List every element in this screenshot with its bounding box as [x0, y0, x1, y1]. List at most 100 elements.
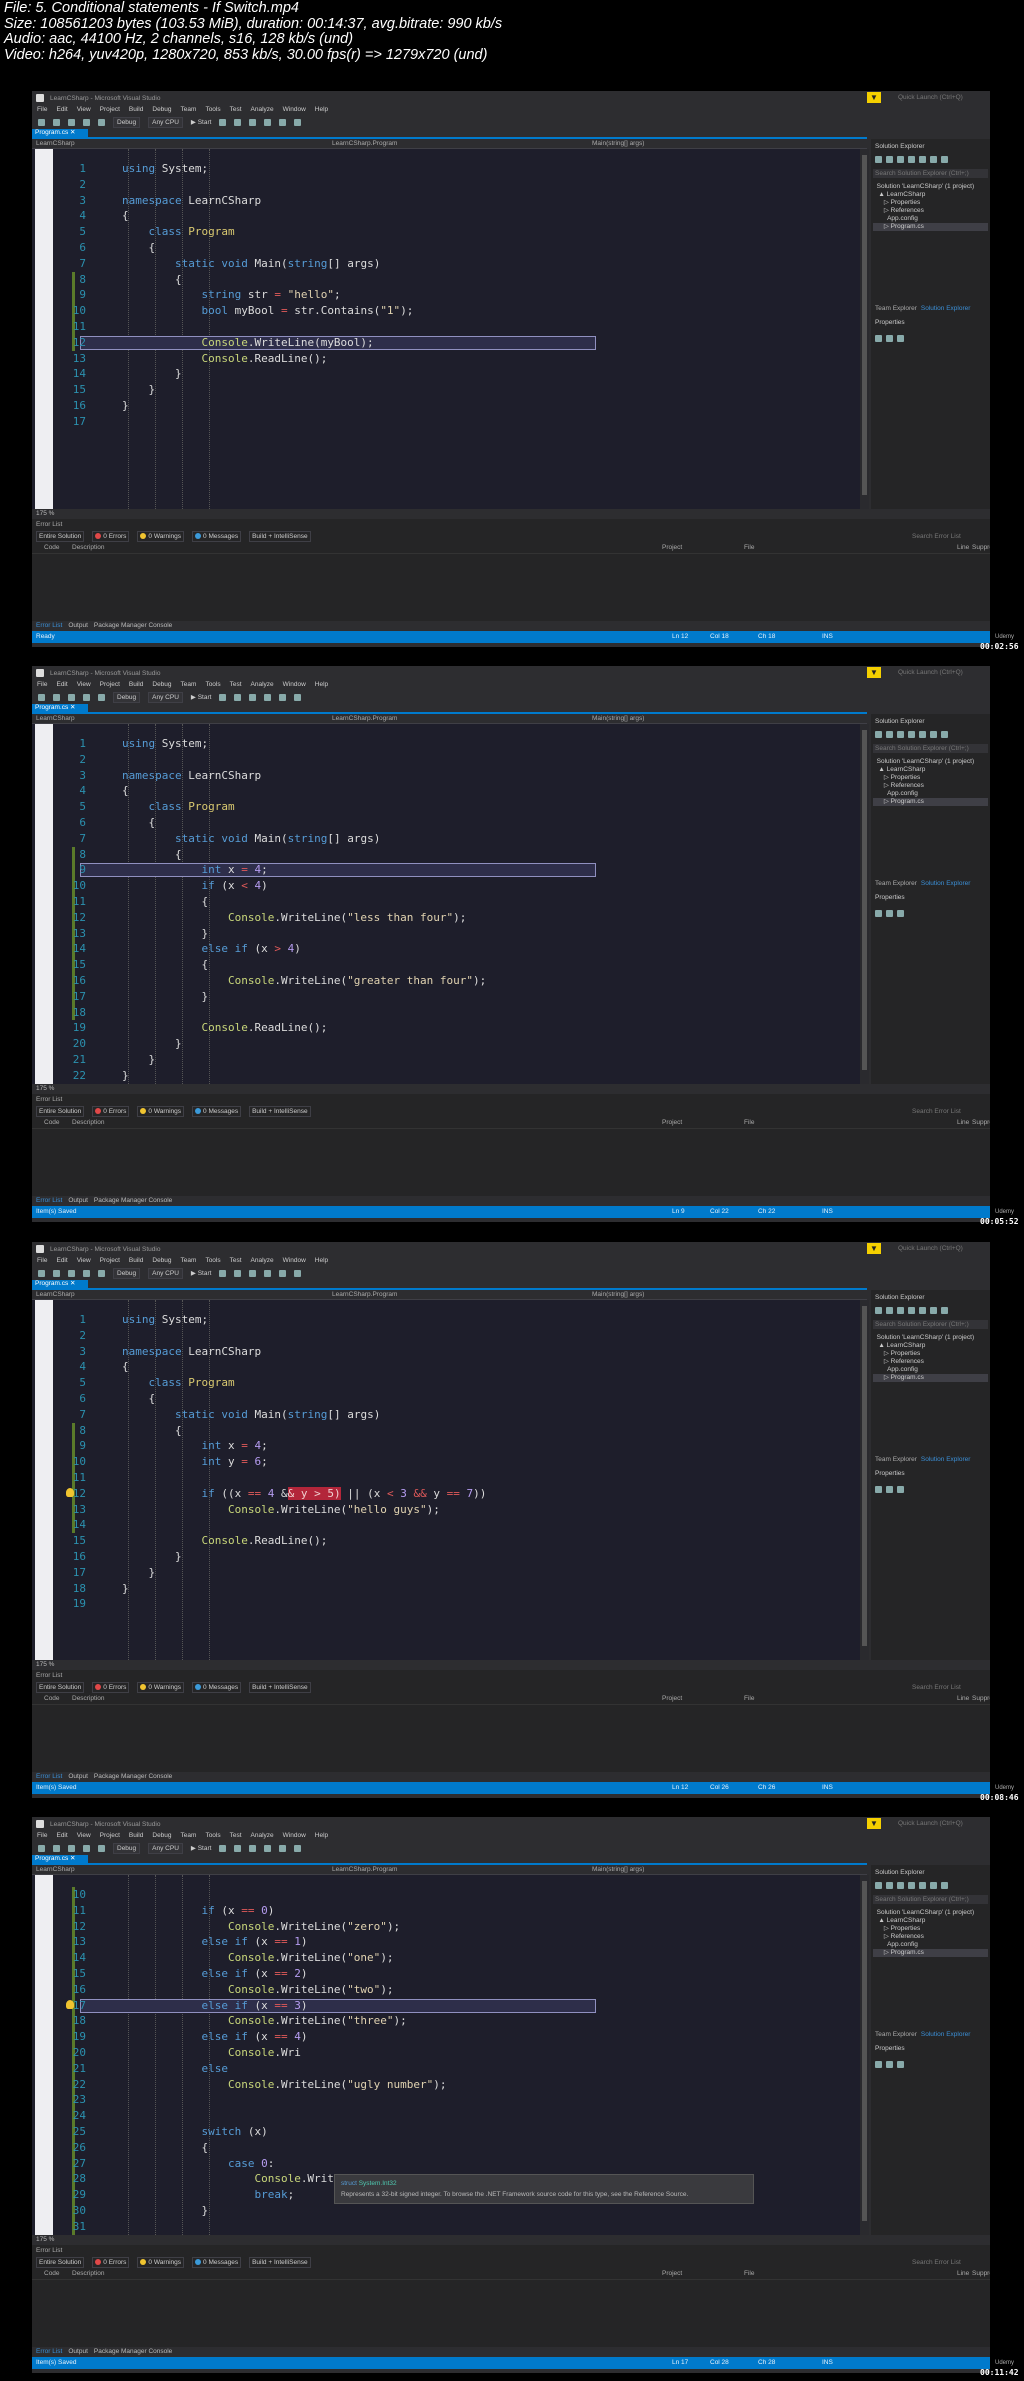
- column-header[interactable]: Code: [44, 1695, 60, 1702]
- toolbar-icon[interactable]: [930, 1307, 937, 1314]
- code-line[interactable]: 27 case 0:: [32, 2155, 860, 2172]
- menu-item-file[interactable]: File: [37, 105, 47, 115]
- tab-program-cs[interactable]: Program.cs ✕: [32, 1855, 88, 1863]
- code-line[interactable]: 30 }: [32, 2202, 860, 2219]
- toolbar-icon[interactable]: [897, 1486, 904, 1493]
- zoom-level-dropdown[interactable]: 175 %: [32, 1660, 867, 1670]
- code-line[interactable]: 31: [32, 2218, 860, 2235]
- toolbar-icon[interactable]: [279, 693, 287, 701]
- code-line[interactable]: 2: [32, 1328, 860, 1344]
- menu-item-tools[interactable]: Tools: [205, 680, 220, 690]
- code-line[interactable]: 5 class Program: [32, 1375, 860, 1391]
- tree-item[interactable]: ▷ Properties: [873, 199, 988, 207]
- toolbar-icon[interactable]: [897, 156, 904, 163]
- menu-item-tools[interactable]: Tools: [205, 1831, 220, 1841]
- column-header[interactable]: Project: [662, 1119, 682, 1126]
- menu-item-project[interactable]: Project: [100, 1831, 120, 1841]
- code-line[interactable]: 4{: [32, 208, 860, 224]
- bottom-tab[interactable]: Package Manager Console: [94, 1196, 172, 1206]
- toolbar-icon[interactable]: [886, 335, 893, 342]
- project-dropdown[interactable]: LearnCSharp: [36, 1865, 75, 1875]
- scrollbar-thumb[interactable]: [862, 155, 867, 495]
- menu-item-team[interactable]: Team: [181, 105, 197, 115]
- zoom-level-dropdown[interactable]: 175 %: [32, 2235, 867, 2245]
- code-line[interactable]: 14 else if (x > 4): [32, 941, 860, 958]
- toolbar-icon[interactable]: [264, 118, 272, 126]
- toolbar-icon[interactable]: [53, 1844, 60, 1852]
- menu-item-test[interactable]: Test: [230, 105, 242, 115]
- code-line[interactable]: 17: [32, 414, 860, 430]
- toolbar-icon[interactable]: [897, 731, 904, 738]
- code-line[interactable]: 10 bool myBool = str.Contains("1");: [32, 303, 860, 319]
- toolbar-icon[interactable]: [941, 156, 948, 163]
- solution-config-dropdown[interactable]: Debug: [113, 1267, 141, 1279]
- solution-explorer-search[interactable]: Search Solution Explorer (Ctrl+;): [873, 1320, 988, 1329]
- menu-item-team[interactable]: Team: [181, 1831, 197, 1841]
- start-debug-button[interactable]: ▶ Start: [191, 1269, 212, 1277]
- tree-item[interactable]: Solution 'LearnCSharp' (1 project): [873, 183, 988, 191]
- start-debug-button[interactable]: ▶ Start: [191, 1844, 212, 1852]
- tree-item[interactable]: Solution 'LearnCSharp' (1 project): [873, 758, 988, 766]
- toolbar-icon[interactable]: [249, 1269, 257, 1277]
- toolbar-icon[interactable]: [919, 1882, 926, 1889]
- code-line[interactable]: 6 {: [32, 1391, 860, 1407]
- column-header[interactable]: Suppression: [972, 2270, 990, 2277]
- toolbar-icon[interactable]: [875, 2061, 882, 2068]
- toolbar-icon[interactable]: [279, 1269, 287, 1277]
- toolbar-icon[interactable]: [38, 1844, 45, 1852]
- toolbar-icon[interactable]: [83, 118, 90, 126]
- platform-dropdown[interactable]: Any CPU: [148, 116, 183, 128]
- code-line[interactable]: 11 if (x == 0): [32, 1902, 860, 1919]
- scope-dropdown[interactable]: Entire Solution: [36, 1682, 85, 1693]
- code-line[interactable]: 7 static void Main(string[] args): [32, 831, 860, 847]
- column-header[interactable]: Suppression: [972, 1119, 990, 1126]
- menu-item-file[interactable]: File: [37, 1256, 47, 1266]
- menu-item-project[interactable]: Project: [100, 680, 120, 690]
- toolbar-icon[interactable]: [886, 910, 893, 917]
- tree-item[interactable]: ▷ Program.cs: [873, 798, 988, 806]
- toolbar-icon[interactable]: [68, 1269, 75, 1277]
- code-line[interactable]: 26 {: [32, 2139, 860, 2156]
- column-header[interactable]: Code: [44, 2270, 60, 2277]
- bottom-tab[interactable]: Output: [68, 1196, 88, 1206]
- column-header[interactable]: Project: [662, 544, 682, 551]
- column-header[interactable]: Description: [72, 544, 105, 551]
- toolbar-icon[interactable]: [941, 1307, 948, 1314]
- warnings-filter-button[interactable]: 0 Warnings: [137, 1106, 185, 1117]
- column-header[interactable]: Line: [957, 544, 969, 551]
- build-filter-dropdown[interactable]: Build + IntelliSense: [249, 2257, 311, 2268]
- menu-item-help[interactable]: Help: [315, 680, 328, 690]
- tree-item[interactable]: ▷ Program.cs: [873, 223, 988, 231]
- toolbar-icon[interactable]: [886, 1486, 893, 1493]
- toolbar-icon[interactable]: [53, 693, 60, 701]
- column-header[interactable]: Line: [957, 1119, 969, 1126]
- code-line[interactable]: 7 static void Main(string[] args): [32, 256, 860, 272]
- messages-filter-button[interactable]: 0 Messages: [192, 531, 242, 542]
- column-header[interactable]: Project: [662, 1695, 682, 1702]
- error-list-search[interactable]: Search Error List: [912, 1108, 961, 1115]
- toolbar-icon[interactable]: [68, 1844, 75, 1852]
- toolbar-icon[interactable]: [83, 1269, 90, 1277]
- tab-program-cs[interactable]: Program.cs ✕: [32, 129, 88, 137]
- tree-item[interactable]: Solution 'LearnCSharp' (1 project): [873, 1334, 988, 1342]
- side-tab[interactable]: Solution Explorer: [921, 1456, 971, 1463]
- menu-item-file[interactable]: File: [37, 680, 47, 690]
- toolbar-icon[interactable]: [875, 156, 882, 163]
- toolbar-icon[interactable]: [875, 1882, 882, 1889]
- column-header[interactable]: File: [744, 1695, 754, 1702]
- bottom-tab[interactable]: Package Manager Console: [94, 1772, 172, 1782]
- menu-item-view[interactable]: View: [77, 105, 91, 115]
- tree-item[interactable]: ▲ LearnCSharp: [873, 1917, 988, 1925]
- tree-item[interactable]: ▷ References: [873, 782, 988, 790]
- bottom-tab[interactable]: Package Manager Console: [94, 621, 172, 631]
- tree-item[interactable]: ▷ Program.cs: [873, 1374, 988, 1382]
- column-header[interactable]: File: [744, 1119, 754, 1126]
- menu-item-help[interactable]: Help: [315, 1831, 328, 1841]
- solution-explorer-search[interactable]: Search Solution Explorer (Ctrl+;): [873, 1895, 988, 1904]
- code-line[interactable]: 14 Console.WriteLine("one");: [32, 1950, 860, 1966]
- menu-item-analyze[interactable]: Analyze: [251, 105, 274, 115]
- menu-item-debug[interactable]: Debug: [152, 680, 171, 690]
- messages-filter-button[interactable]: 0 Messages: [192, 1106, 242, 1117]
- code-line[interactable]: 4{: [32, 783, 860, 799]
- code-line[interactable]: 22}: [32, 1068, 860, 1084]
